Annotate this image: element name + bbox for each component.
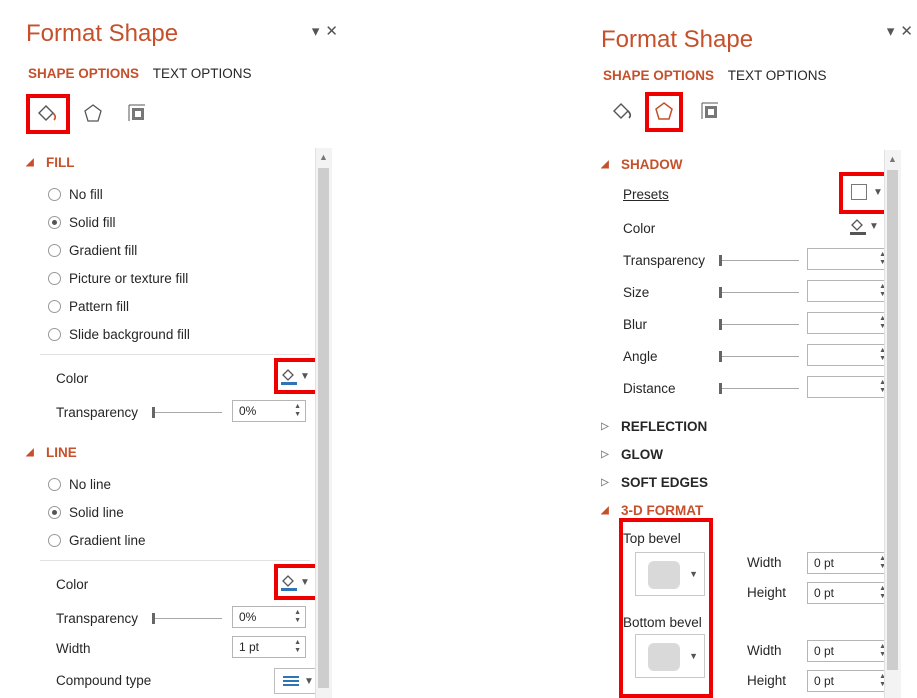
radio-no-fill[interactable]: No fill [48,180,312,208]
shadow-distance-slider[interactable] [719,383,799,394]
effects-icon[interactable] [78,98,108,128]
pane-scroll-area: ◢ FILL No fill Solid fill Gradient fill P… [26,148,332,698]
size-properties-icon[interactable] [695,96,725,126]
shadow-size-slider[interactable] [719,287,799,298]
radio-gradient-line[interactable]: Gradient line [48,526,312,554]
radio-no-line[interactable]: No line [48,470,312,498]
line-width-spinner[interactable]: 1 pt ▲ ▼ [232,636,306,658]
radio-button-selected[interactable] [48,215,61,229]
scroll-up-icon[interactable]: ▲ [319,152,328,162]
shadow-blur-spinner[interactable]: ▲ ▼ [807,312,891,334]
line-transparency-slider[interactable] [152,613,222,624]
shadow-size-spinner[interactable]: ▲ ▼ [807,280,891,302]
radio-button[interactable] [48,187,61,201]
paint-bucket-icon [850,219,866,235]
radio-button-selected[interactable] [48,505,61,519]
radio-gradient-fill[interactable]: Gradient fill [48,236,312,264]
radio-button[interactable] [48,243,61,257]
top-bevel-width-spinner[interactable]: 0 pt ▲ ▼ [807,552,891,574]
pane-options-dropdown-icon[interactable]: ▾ [887,23,901,40]
slider-knob[interactable] [719,383,722,394]
slider-knob[interactable] [719,319,722,330]
pane-controls[interactable]: ▾✕ [312,22,344,40]
shadow-distance-spinner[interactable]: ▲ ▼ [807,376,891,398]
size-properties-icon[interactable] [122,98,152,128]
pane-title: Format Shape [601,26,754,53]
close-icon[interactable]: ✕ [900,23,917,40]
fill-line-icon[interactable] [607,96,637,126]
section-glow-header[interactable]: ▷ GLOW [601,440,881,468]
shadow-angle-spinner[interactable]: ▲ ▼ [807,344,891,366]
shadow-blur-slider[interactable] [719,319,799,330]
bottom-bevel-height-spinner[interactable]: 0 pt ▲ ▼ [807,670,891,692]
top-bevel-height-spinner[interactable]: 0 pt ▲ ▼ [807,582,891,604]
radio-solid-fill[interactable]: Solid fill [48,208,312,236]
radio-slide-background-fill[interactable]: Slide background fill [48,320,312,348]
tab-shape-options[interactable]: SHAPE OPTIONS [28,66,139,81]
scroll-thumb[interactable] [887,170,898,670]
radio-button[interactable] [48,533,61,547]
radio-button[interactable] [48,271,61,285]
fill-transparency-spinner[interactable]: 0% ▲ ▼ [232,400,306,422]
compound-lines-icon [283,676,300,686]
line-transparency-spinner[interactable]: 0% ▲ ▼ [232,606,306,628]
shadow-transparency-spinner[interactable]: ▲ ▼ [807,248,891,270]
pane-scroll-area: ◢ SHADOW Presets ▼ Color ▼ Transparency ▲… [601,150,901,698]
section-soft-edges-header[interactable]: ▷ SOFT EDGES [601,468,881,496]
divider [40,560,310,561]
close-icon[interactable]: ✕ [325,23,344,40]
radio-button[interactable] [48,299,61,313]
slider-knob[interactable] [719,287,722,298]
radio-solid-line[interactable]: Solid line [48,498,312,526]
format-shape-pane-right: Format Shape ▾✕ SHAPE OPTIONS TEXT OPTIO… [585,0,917,698]
shadow-color-label: Color [623,220,656,236]
slider-knob[interactable] [719,351,722,362]
section-fill-header[interactable]: ◢ FILL [26,148,312,176]
pane-options-dropdown-icon[interactable]: ▾ [312,23,326,40]
divider [40,354,310,355]
format-shape-pane-left: Format Shape ▾✕ SHAPE OPTIONS TEXT OPTIO… [10,0,348,698]
highlight-box [619,518,713,698]
scroll-up-icon[interactable]: ▲ [888,154,897,164]
dropdown-arrow-icon: ▼ [869,220,879,232]
dropdown-arrow-icon: ▼ [304,675,314,687]
slider-knob[interactable] [152,613,155,624]
radio-button[interactable] [48,477,61,491]
pane-controls[interactable]: ▾✕ [887,22,917,40]
section-line-header[interactable]: ◢ LINE [26,438,312,466]
pane-title: Format Shape [26,20,179,47]
slider-knob[interactable] [152,407,155,418]
shadow-transparency-slider[interactable] [719,255,799,266]
shadow-angle-slider[interactable] [719,351,799,362]
radio-picture-fill[interactable]: Picture or texture fill [48,264,312,292]
tab-text-options[interactable]: TEXT OPTIONS [153,66,252,81]
highlight-box [26,94,70,134]
bottom-bevel-width-spinner[interactable]: 0 pt ▲ ▼ [807,640,891,662]
scrollbar[interactable]: ▲ [315,148,332,698]
radio-pattern-fill[interactable]: Pattern fill [48,292,312,320]
tab-shape-options[interactable]: SHAPE OPTIONS [603,68,714,83]
section-reflection-header[interactable]: ▷ REFLECTION [601,412,881,440]
radio-button[interactable] [48,327,61,341]
scrollbar[interactable]: ▲ [884,150,901,698]
scroll-thumb[interactable] [318,168,329,688]
slider-knob[interactable] [719,255,722,266]
fill-transparency-slider[interactable] [152,407,222,418]
highlight-box [645,92,683,132]
tab-text-options[interactable]: TEXT OPTIONS [728,68,827,83]
